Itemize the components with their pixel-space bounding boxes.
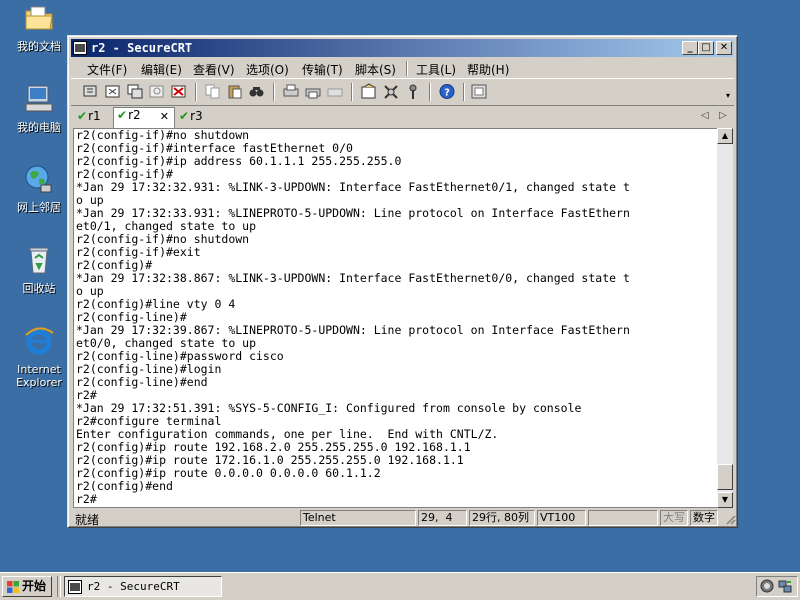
- status-protocol: Telnet: [300, 510, 416, 526]
- menu-separator: [406, 61, 408, 76]
- network-status-icon[interactable]: [760, 579, 775, 594]
- taskbar-window-button[interactable]: r2 - SecureCRT: [64, 576, 222, 597]
- menu-help[interactable]: 帮助(H): [467, 61, 509, 78]
- start-button[interactable]: 开始: [2, 576, 52, 597]
- disconnect-icon[interactable]: [170, 83, 188, 100]
- securecrt-app-icon: [73, 41, 87, 55]
- status-caps-lock: 大写: [660, 510, 688, 526]
- toolbar-separator: [351, 83, 353, 101]
- desktop-icon-my-computer[interactable]: 我的电脑: [8, 83, 70, 134]
- connected-check-icon: ✔: [179, 109, 190, 123]
- start-label: 开始: [22, 579, 47, 593]
- tab-r2[interactable]: ✔r2 ✕: [113, 107, 175, 128]
- window-title: r2 - SecureCRT: [91, 41, 193, 55]
- desktop-icon-label: Internet Explorer: [16, 363, 62, 389]
- map-icon[interactable]: [470, 83, 488, 100]
- copy-icon[interactable]: [204, 83, 222, 100]
- taskbar-separator: [57, 576, 61, 597]
- toolbar-separator: [273, 83, 275, 101]
- desktop-icon-internet-explorer[interactable]: Internet Explorer: [8, 325, 70, 389]
- keymap-icon[interactable]: [404, 83, 422, 100]
- tab-label: r2: [128, 108, 141, 122]
- toolbar: ? ▾: [71, 78, 734, 106]
- menu-tools[interactable]: 工具(L): [416, 61, 456, 78]
- menu-edit[interactable]: 编辑(E): [141, 61, 182, 78]
- global-options-icon[interactable]: [382, 83, 400, 100]
- desktop-icon-label: 网上邻居: [17, 201, 61, 214]
- desktop-icon-label: 我的电脑: [17, 121, 61, 134]
- connection-tray-icon[interactable]: [778, 579, 793, 594]
- desktop-icon-label: 回收站: [22, 282, 56, 295]
- connected-check-icon: ✔: [77, 109, 88, 123]
- desktop-icon-label: 我的文档: [17, 40, 61, 53]
- status-bar: 就绪 Telnet 29, 4 29行, 80列 VT100 大写 数字: [71, 509, 736, 527]
- terminal-output: r2(config-if)#no shutdown r2(config-if)#…: [76, 128, 630, 506]
- status-cursor-position: 29, 4: [418, 510, 467, 526]
- tab-scroll-right-icon[interactable]: ▷: [719, 110, 727, 121]
- scroll-down-icon[interactable]: ▼: [717, 492, 733, 508]
- folder-icon: [25, 6, 53, 30]
- print-setup-icon[interactable]: [326, 83, 344, 100]
- securecrt-window: r2 - SecureCRT _ □ ✕ 文件(F) 编辑(E) 查看(V) 选…: [67, 35, 738, 528]
- toolbar-separator: [195, 83, 197, 101]
- vertical-scrollbar[interactable]: ▲ ▼: [717, 128, 733, 508]
- connected-check-icon: ✔: [117, 108, 128, 122]
- connect-icon[interactable]: [82, 83, 100, 100]
- status-ready: 就绪: [75, 513, 100, 527]
- status-num-lock: 数字: [690, 510, 718, 526]
- computer-icon: [25, 85, 53, 112]
- find-icon[interactable]: [248, 83, 266, 100]
- terminal-area[interactable]: r2(config-if)#no shutdown r2(config-if)#…: [73, 128, 719, 508]
- desktop-icon-network[interactable]: 网上邻居: [8, 163, 70, 214]
- quick-connect-icon[interactable]: [104, 83, 122, 100]
- tab-label: r1: [88, 109, 101, 123]
- securecrt-app-icon: [68, 580, 82, 594]
- tab-scroll-left-icon[interactable]: ◁: [701, 110, 709, 121]
- toolbar-separator: [463, 83, 465, 101]
- session-tabs: ✔r1 ✔r2 ✕ ✔r3 ◁ ▷: [71, 106, 734, 128]
- internet-explorer-icon: [25, 327, 54, 355]
- reconnect-icon[interactable]: [148, 83, 166, 100]
- menu-bar: 文件(F) 编辑(E) 查看(V) 选项(O) 传输(T) 脚本(S) 工具(L…: [71, 58, 734, 78]
- close-button[interactable]: ✕: [716, 41, 732, 55]
- connect-in-tab-icon[interactable]: [126, 83, 144, 100]
- resize-grip-icon[interactable]: [724, 513, 736, 525]
- print-icon[interactable]: [282, 83, 300, 100]
- system-tray: [756, 576, 798, 597]
- maximize-button[interactable]: □: [698, 41, 714, 55]
- session-options-icon[interactable]: [360, 83, 378, 100]
- recycle-bin-icon: [29, 247, 49, 274]
- menu-file[interactable]: 文件(F): [87, 61, 127, 78]
- menu-script[interactable]: 脚本(S): [355, 61, 396, 78]
- title-bar[interactable]: r2 - SecureCRT _ □ ✕: [71, 39, 734, 57]
- toolbar-separator: [429, 83, 431, 101]
- scroll-up-icon[interactable]: ▲: [717, 128, 733, 144]
- menu-view[interactable]: 查看(V): [193, 61, 235, 78]
- help-icon[interactable]: ?: [438, 83, 456, 100]
- svg-text:?: ?: [444, 88, 450, 99]
- desktop-icon-my-documents[interactable]: 我的文档: [8, 2, 70, 53]
- minimize-button[interactable]: _: [682, 41, 698, 55]
- taskbar: 开始 r2 - SecureCRT: [0, 572, 800, 600]
- print-selection-icon[interactable]: [304, 83, 322, 100]
- tab-label: r3: [190, 109, 203, 123]
- status-empty-panel: [588, 510, 658, 526]
- status-emulation: VT100: [537, 510, 586, 526]
- tab-r3[interactable]: ✔r3: [179, 109, 213, 127]
- windows-logo-icon: [7, 581, 19, 593]
- status-screen-size: 29行, 80列: [469, 510, 535, 526]
- menu-transfer[interactable]: 传输(T): [302, 61, 343, 78]
- toolbar-overflow-icon[interactable]: ▾: [726, 91, 730, 100]
- taskbar-window-label: r2 - SecureCRT: [87, 580, 180, 593]
- close-tab-icon[interactable]: ✕: [160, 110, 169, 123]
- scroll-thumb[interactable]: [717, 464, 733, 490]
- paste-icon[interactable]: [226, 83, 244, 100]
- menu-options[interactable]: 选项(O): [246, 61, 289, 78]
- globe-icon: [25, 165, 52, 193]
- desktop-icon-recycle-bin[interactable]: 回收站: [8, 244, 70, 295]
- tab-r1[interactable]: ✔r1: [77, 109, 111, 127]
